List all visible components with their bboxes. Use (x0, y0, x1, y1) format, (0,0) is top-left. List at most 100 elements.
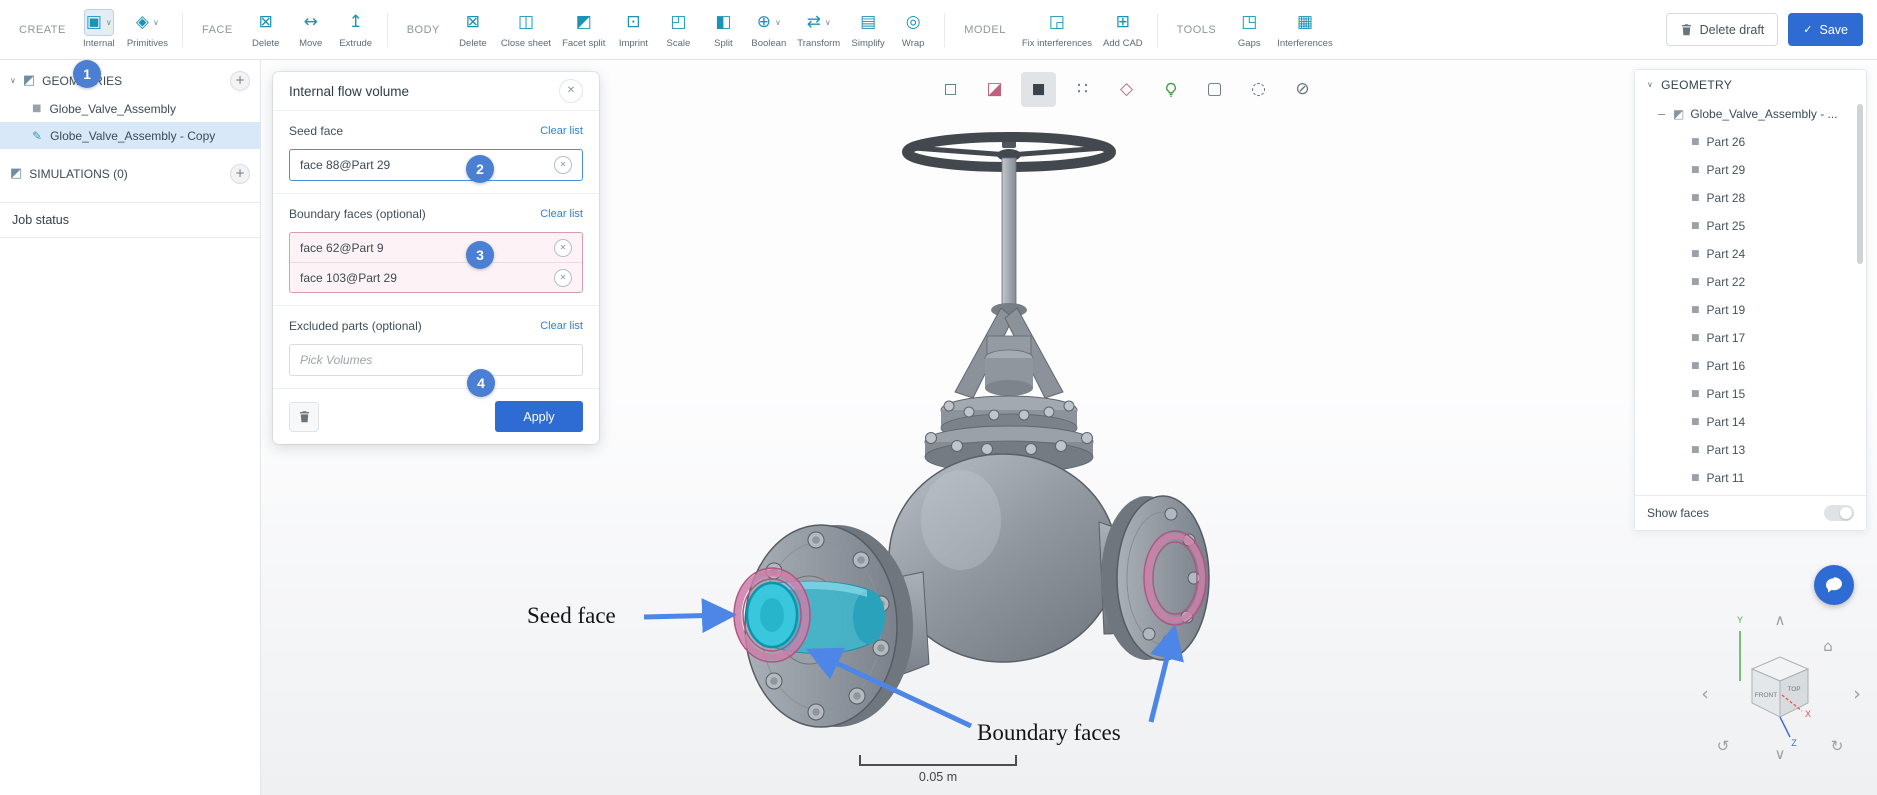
part-label: Part 29 (1707, 163, 1746, 177)
dialog-footer: Apply (273, 389, 599, 444)
caret-down-icon[interactable]: ∨ (775, 19, 781, 27)
caret-down-icon[interactable]: ∨ (825, 19, 831, 27)
boundary-face-row[interactable]: face 62@Part 9 ✕ (290, 233, 582, 262)
geometry-root-node[interactable]: − ◩ Globe_Valve_Assembly - ... (1635, 100, 1866, 128)
job-status-section[interactable]: Job status (0, 202, 260, 238)
geometry-panel-header[interactable]: ∨ GEOMETRY (1635, 70, 1866, 100)
boolean-button[interactable]: ⊕∨ Boolean (751, 10, 786, 49)
toolbar-separator (944, 13, 945, 47)
show-faces-toggle[interactable] (1824, 505, 1854, 521)
geometries-section-header[interactable]: ∨ ◩ GEOMETRIES + (0, 66, 260, 95)
part-row[interactable]: ■Part 28 (1635, 184, 1866, 212)
step-badge-4: 4 (467, 369, 495, 397)
home-view-button[interactable]: ⌂ (1817, 635, 1839, 657)
clip-plane-button[interactable]: ⊘ (1285, 72, 1320, 107)
seed-face-highlight[interactable] (747, 581, 885, 653)
extrude-button[interactable]: ↥ Extrude (339, 10, 373, 49)
simulations-section-header[interactable]: ◩ SIMULATIONS (0) + (0, 159, 260, 188)
clear-seed-list-link[interactable]: Clear list (540, 125, 583, 137)
caret-down-icon[interactable]: ∨ (153, 19, 159, 27)
tree-item-geometry-copy[interactable]: ✎ Globe_Valve_Assembly - Copy (0, 122, 260, 149)
part-cube-icon: ■ (1691, 166, 1700, 175)
rotate-down-button[interactable]: ∨ (1769, 743, 1791, 765)
chevron-down-icon[interactable]: ∨ (10, 77, 16, 85)
roll-ccw-button[interactable]: ↺ (1712, 735, 1734, 757)
part-label: Part 15 (1707, 387, 1746, 401)
facet-split-button[interactable]: ◩ Facet split (562, 10, 605, 49)
caret-down-icon[interactable]: ∨ (106, 19, 112, 27)
clear-excluded-list-link[interactable]: Clear list (540, 320, 583, 332)
part-row[interactable]: ■Part 25 (1635, 212, 1866, 240)
part-row[interactable]: ■Part 22 (1635, 268, 1866, 296)
part-cube-icon: ■ (1691, 250, 1700, 259)
marquee-icon: ▢ (1206, 81, 1222, 98)
hover-highlight-button[interactable]: ◌ (1241, 72, 1276, 107)
part-row[interactable]: ■ Part 29 (1635, 156, 1866, 184)
clear-boundary-list-link[interactable]: Clear list (540, 208, 583, 220)
scale-button[interactable]: ◰ Scale (661, 10, 695, 49)
hide-selection-button[interactable]: ◪ (977, 72, 1012, 107)
part-row[interactable]: ■Part 19 (1635, 296, 1866, 324)
part-row[interactable]: ■Part 14 (1635, 408, 1866, 436)
add-geometry-button[interactable]: + (230, 71, 250, 91)
panel-scrollbar[interactable] (1857, 104, 1863, 264)
add-cad-button[interactable]: ⊞ Add CAD (1103, 10, 1143, 49)
tree-item-geometry[interactable]: ■ Globe_Valve_Assembly (0, 95, 260, 122)
gaps-button[interactable]: ◳ Gaps (1232, 10, 1266, 49)
part-row[interactable]: ■Part 11 (1635, 464, 1866, 492)
step-badge-3: 3 (466, 241, 494, 269)
primitives-button[interactable]: ◈∨ Primitives (127, 10, 168, 49)
seed-face-label: Seed face (289, 124, 343, 138)
boundary-face-row[interactable]: face 103@Part 29 ✕ (290, 262, 582, 292)
close-sheet-button[interactable]: ◫ Close sheet (501, 10, 551, 49)
imprint-button[interactable]: ⊡ Imprint (616, 10, 650, 49)
delete-face-button[interactable]: ⊠ Delete (249, 10, 283, 49)
part-row[interactable]: ■Part 17 (1635, 324, 1866, 352)
add-cad-icon: ⊞ (1116, 14, 1130, 31)
delete-operation-button[interactable] (289, 402, 319, 432)
wrap-button[interactable]: ◎ Wrap (896, 10, 930, 49)
excluded-parts-input[interactable] (289, 344, 583, 376)
internal-button[interactable]: ▣∨ Internal (82, 10, 116, 49)
delete-draft-button[interactable]: Delete draft (1666, 13, 1779, 46)
select-vertices-button[interactable]: ∷ (1065, 72, 1100, 107)
rotate-left-button[interactable]: ‹ (1694, 683, 1716, 705)
part-row[interactable]: ■Part 16 (1635, 352, 1866, 380)
save-button[interactable]: ✓ Save (1788, 13, 1863, 46)
transparent-view-button[interactable]: ◇ (1109, 72, 1144, 107)
split-button[interactable]: ◧ Split (706, 10, 740, 49)
isolate-selection-button[interactable]: ◼ (1021, 72, 1056, 107)
apply-button[interactable]: Apply (495, 401, 583, 432)
support-chat-button[interactable] (1814, 565, 1854, 605)
rotate-up-button[interactable]: ∧ (1769, 609, 1791, 631)
fix-interferences-button[interactable]: ◲ Fix interferences (1022, 10, 1092, 49)
show-all-button[interactable]: ◻ (933, 72, 968, 107)
part-row[interactable]: ■Part 13 (1635, 436, 1866, 464)
remove-x-icon: ✕ (560, 244, 567, 252)
remove-boundary-face-button[interactable]: ✕ (554, 239, 572, 257)
part-row[interactable]: ■Part 15 (1635, 380, 1866, 408)
toolbar-group-model: MODEL (964, 24, 1006, 36)
axis-y-label: Y (1737, 615, 1743, 625)
chevron-down-icon[interactable]: ∨ (1647, 81, 1653, 89)
rotate-right-button[interactable]: › (1846, 683, 1868, 705)
scale-bar-line (859, 755, 1017, 766)
add-simulation-button[interactable]: + (230, 164, 250, 184)
boundary-faces-label: Boundary faces (optional) (289, 207, 426, 221)
seed-face-input[interactable]: face 88@Part 29 ✕ (289, 149, 583, 181)
box-select-button[interactable]: ▢ (1197, 72, 1232, 107)
remove-boundary-face-button[interactable]: ✕ (554, 269, 572, 287)
dialog-close-button[interactable]: ✕ (559, 79, 583, 103)
assembly-cube-icon: ◩ (1673, 108, 1684, 120)
interferences-button[interactable]: ▦ Interferences (1277, 10, 1332, 49)
move-button[interactable]: ↔ Move (294, 10, 328, 49)
delete-body-button[interactable]: ⊠ Delete (456, 10, 490, 49)
internal-faces-button[interactable] (1153, 72, 1188, 107)
collapse-icon[interactable]: − (1657, 109, 1667, 120)
transform-button[interactable]: ⇄∨ Transform (797, 10, 840, 49)
part-row[interactable]: ■Part 26 (1635, 128, 1866, 156)
part-row[interactable]: ■Part 24 (1635, 240, 1866, 268)
simplify-button[interactable]: ▤ Simplify (851, 10, 885, 49)
roll-cw-button[interactable]: ↻ (1826, 735, 1848, 757)
remove-seed-face-button[interactable]: ✕ (554, 156, 572, 174)
